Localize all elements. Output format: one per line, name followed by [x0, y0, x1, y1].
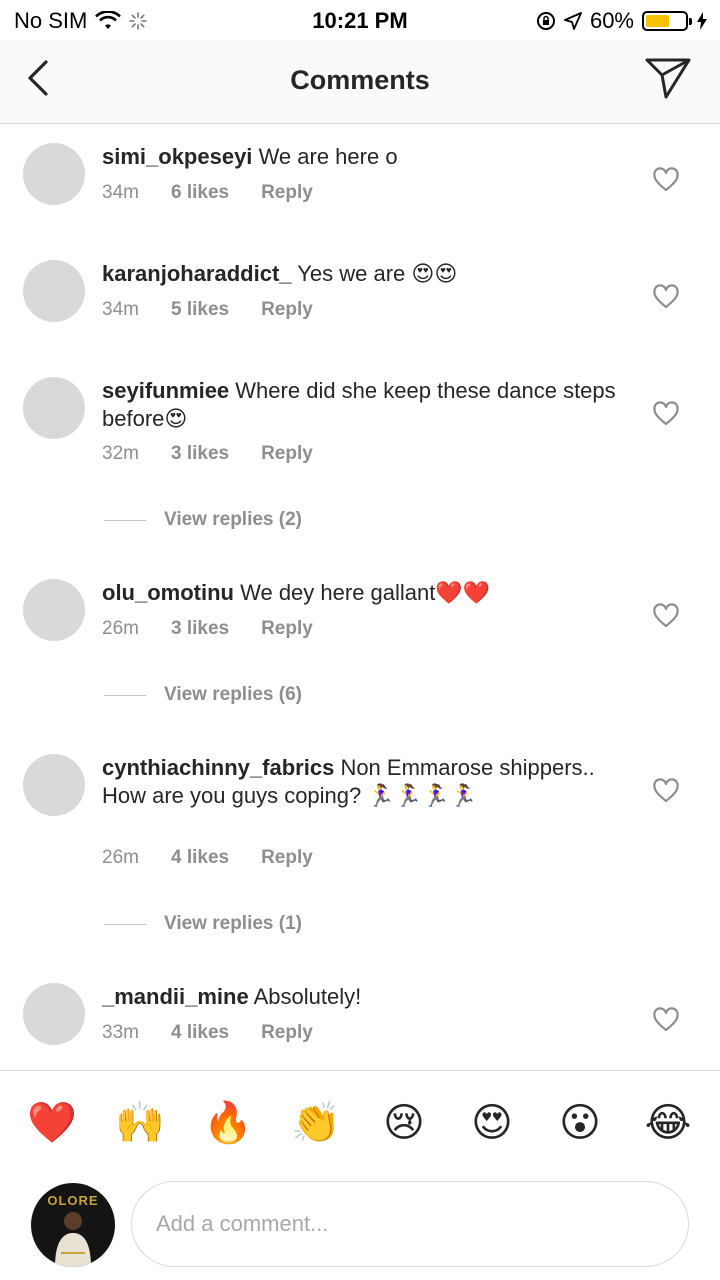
status-bar: No SIM 10:21 PM 60% [0, 0, 720, 40]
comment-likes[interactable]: 3 likes [171, 443, 229, 465]
comment-username[interactable]: cynthiachinny_fabrics [102, 755, 334, 780]
heart-outline-icon [653, 603, 679, 628]
like-comment-button[interactable] [652, 1006, 680, 1034]
reply-button[interactable]: Reply [261, 299, 313, 321]
divider [104, 923, 146, 925]
divider [104, 519, 146, 521]
like-comment-button[interactable] [652, 283, 680, 311]
view-replies-button[interactable]: View replies (2) [104, 509, 302, 531]
emoji-surprised-button[interactable]: 😮 [550, 1101, 610, 1145]
comment-time: 33m [102, 1022, 139, 1043]
comment-input[interactable] [131, 1181, 689, 1267]
comment-composer: OLORE [0, 1174, 720, 1280]
send-icon [645, 58, 691, 99]
heart-outline-icon [653, 167, 679, 192]
view-replies-label: View replies (1) [164, 913, 302, 934]
like-comment-button[interactable] [652, 777, 680, 805]
emoji-heart-button[interactable]: ❤️ [22, 1101, 82, 1145]
emoji-heart-eyes-button[interactable]: 😍 [462, 1101, 522, 1145]
comment-username[interactable]: seyifunmiee [102, 378, 229, 403]
comment-username[interactable]: karanjoharaddict_ [102, 261, 292, 286]
comment-username[interactable]: simi_okpeseyi [102, 144, 252, 169]
comment-username[interactable]: olu_omotinu [102, 580, 234, 605]
heart-outline-icon [653, 778, 679, 803]
charging-icon [697, 12, 707, 30]
comment-time: 26m [102, 847, 139, 868]
heart-outline-icon [653, 401, 679, 426]
avatar[interactable] [23, 143, 85, 205]
avatar[interactable] [23, 754, 85, 816]
user-avatar: OLORE [31, 1183, 115, 1267]
reply-button[interactable]: Reply [261, 182, 313, 204]
reply-button[interactable]: Reply [261, 443, 313, 465]
divider [104, 694, 146, 696]
battery-icon [642, 11, 692, 31]
back-button[interactable] [22, 58, 58, 98]
comment-text: We dey here gallant❤️❤️ [240, 580, 491, 605]
battery-level [646, 15, 669, 27]
header-bar: Comments [0, 40, 720, 124]
person-silhouette-icon [55, 1212, 91, 1267]
view-replies-label: View replies (2) [164, 509, 302, 530]
heart-outline-icon [653, 1007, 679, 1032]
like-comment-button[interactable] [652, 400, 680, 428]
comment-time: 34m [102, 299, 139, 320]
view-replies-button[interactable]: View replies (6) [104, 684, 302, 706]
comments-list[interactable]: simi_okpeseyi We are here o 34m 6 likes … [0, 124, 720, 1070]
emoji-crying-button[interactable]: 😢 [374, 1101, 434, 1145]
avatar[interactable] [23, 377, 85, 439]
comment-likes[interactable]: 4 likes [171, 1022, 229, 1044]
location-icon [564, 12, 582, 30]
reply-button[interactable]: Reply [261, 1022, 313, 1044]
page-title: Comments [290, 65, 430, 95]
comment-text: Absolutely! [253, 984, 362, 1009]
share-button[interactable] [644, 56, 692, 100]
reply-button[interactable]: Reply [261, 847, 313, 869]
chevron-left-icon [28, 60, 48, 96]
orientation-lock-icon [536, 12, 555, 30]
like-comment-button[interactable] [652, 166, 680, 194]
like-comment-button[interactable] [652, 602, 680, 630]
emoji-clapping-button[interactable]: 👏 [286, 1101, 346, 1145]
comment-time: 32m [102, 443, 139, 464]
comment-text: We are here o [258, 144, 398, 169]
comment-time: 26m [102, 618, 139, 639]
emoji-bar: ❤️ 🙌 🔥 👏 😢 😍 😮 😂 [0, 1070, 720, 1174]
heart-outline-icon [653, 284, 679, 309]
view-replies-button[interactable]: View replies (1) [104, 913, 302, 935]
reply-button[interactable]: Reply [261, 618, 313, 640]
emoji-raised-hands-button[interactable]: 🙌 [110, 1101, 170, 1145]
view-replies-label: View replies (6) [164, 684, 302, 705]
comment-time: 34m [102, 182, 139, 203]
comment-likes[interactable]: 3 likes [171, 618, 229, 640]
comment-likes[interactable]: 5 likes [171, 299, 229, 321]
avatar[interactable] [23, 983, 85, 1045]
comment-text: Yes we are 😍😍 [297, 261, 458, 286]
emoji-laughing-button[interactable]: 😂 [638, 1101, 698, 1145]
comment-likes[interactable]: 6 likes [171, 182, 229, 204]
avatar[interactable] [23, 579, 85, 641]
comment-username[interactable]: _mandii_mine [102, 984, 249, 1009]
comment-likes[interactable]: 4 likes [171, 847, 229, 869]
battery-percent: 60% [589, 8, 634, 33]
emoji-fire-button[interactable]: 🔥 [198, 1101, 258, 1145]
avatar[interactable] [23, 260, 85, 322]
